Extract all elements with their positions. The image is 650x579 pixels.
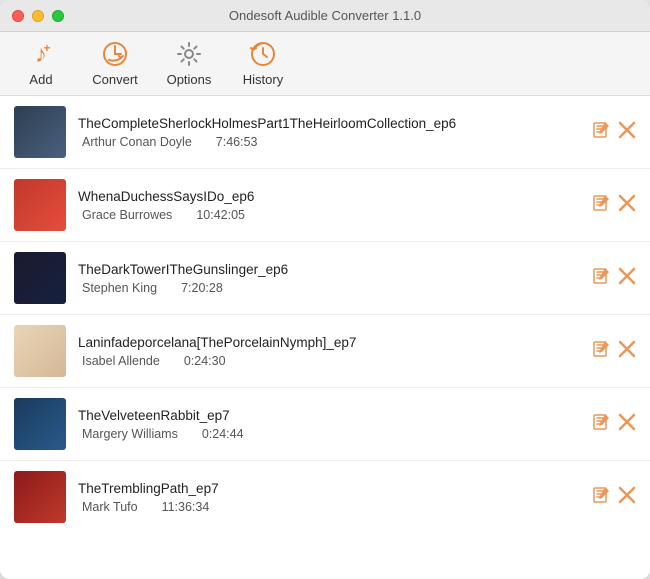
- book-title-5: TheVelveteenRabbit_ep7: [78, 408, 580, 423]
- app-window: Ondesoft Audible Converter 1.1.0 ♪ + Add…: [0, 0, 650, 579]
- book-info-6: TheTremblingPath_ep7 Mark Tufo 11:36:34: [78, 481, 580, 514]
- book-duration-2: 10:42:05: [196, 208, 245, 222]
- add-label: Add: [29, 72, 52, 87]
- edit-button-3[interactable]: [592, 267, 610, 290]
- edit-button-1[interactable]: [592, 121, 610, 144]
- add-icon: ♪ +: [27, 40, 55, 68]
- delete-icon-1: [618, 121, 636, 139]
- book-duration-3: 7:20:28: [181, 281, 223, 295]
- book-actions-5: [592, 413, 636, 436]
- book-actions-4: [592, 340, 636, 363]
- book-meta-1: Arthur Conan Doyle 7:46:53: [78, 135, 580, 149]
- book-author-4: Isabel Allende: [82, 354, 160, 368]
- book-duration-5: 0:24:44: [202, 427, 244, 441]
- edit-icon-2: [592, 194, 610, 212]
- options-icon: [175, 40, 203, 68]
- delete-button-6[interactable]: [618, 486, 636, 509]
- edit-icon-1: [592, 121, 610, 139]
- book-info-2: WhenaDuchessSaysIDo_ep6 Grace Burrowes 1…: [78, 189, 580, 222]
- delete-icon-3: [618, 267, 636, 285]
- book-meta-4: Isabel Allende 0:24:30: [78, 354, 580, 368]
- book-title-2: WhenaDuchessSaysIDo_ep6: [78, 189, 580, 204]
- book-title-4: Laninfadeporcelana[ThePorcelainNymph]_ep…: [78, 335, 580, 350]
- book-author-6: Mark Tufo: [82, 500, 138, 514]
- book-actions-2: [592, 194, 636, 217]
- convert-icon: [101, 40, 129, 68]
- history-toolbar-item[interactable]: History: [238, 40, 288, 87]
- book-title-1: TheCompleteSherlockHolmesPart1TheHeirloo…: [78, 116, 580, 131]
- options-toolbar-item[interactable]: Options: [164, 40, 214, 87]
- book-cover-1: [14, 106, 66, 158]
- book-duration-6: 11:36:34: [162, 500, 210, 514]
- edit-button-4[interactable]: [592, 340, 610, 363]
- book-item-3: TheDarkTowerITheGunslinger_ep6 Stephen K…: [0, 242, 650, 315]
- book-actions-1: [592, 121, 636, 144]
- window-controls: [12, 10, 64, 22]
- delete-button-4[interactable]: [618, 340, 636, 363]
- edit-button-6[interactable]: [592, 486, 610, 509]
- book-item-1: TheCompleteSherlockHolmesPart1TheHeirloo…: [0, 96, 650, 169]
- edit-button-2[interactable]: [592, 194, 610, 217]
- book-info-3: TheDarkTowerITheGunslinger_ep6 Stephen K…: [78, 262, 580, 295]
- edit-icon-5: [592, 413, 610, 431]
- book-list: TheCompleteSherlockHolmesPart1TheHeirloo…: [0, 96, 650, 579]
- book-actions-6: [592, 486, 636, 509]
- delete-icon-4: [618, 340, 636, 358]
- book-info-4: Laninfadeporcelana[ThePorcelainNymph]_ep…: [78, 335, 580, 368]
- book-author-5: Margery Williams: [82, 427, 178, 441]
- options-label: Options: [167, 72, 212, 87]
- delete-button-2[interactable]: [618, 194, 636, 217]
- book-cover-4: [14, 325, 66, 377]
- delete-icon-2: [618, 194, 636, 212]
- delete-button-5[interactable]: [618, 413, 636, 436]
- delete-icon-6: [618, 486, 636, 504]
- book-title-3: TheDarkTowerITheGunslinger_ep6: [78, 262, 580, 277]
- history-label: History: [243, 72, 283, 87]
- book-author-3: Stephen King: [82, 281, 157, 295]
- book-meta-5: Margery Williams 0:24:44: [78, 427, 580, 441]
- edit-button-5[interactable]: [592, 413, 610, 436]
- book-cover-3: [14, 252, 66, 304]
- book-item-6: TheTremblingPath_ep7 Mark Tufo 11:36:34: [0, 461, 650, 533]
- maximize-button[interactable]: [52, 10, 64, 22]
- book-cover-6: [14, 471, 66, 523]
- book-info-1: TheCompleteSherlockHolmesPart1TheHeirloo…: [78, 116, 580, 149]
- book-item-5: TheVelveteenRabbit_ep7 Margery Williams …: [0, 388, 650, 461]
- book-meta-6: Mark Tufo 11:36:34: [78, 500, 580, 514]
- book-meta-2: Grace Burrowes 10:42:05: [78, 208, 580, 222]
- book-meta-3: Stephen King 7:20:28: [78, 281, 580, 295]
- title-bar: Ondesoft Audible Converter 1.1.0: [0, 0, 650, 32]
- minimize-button[interactable]: [32, 10, 44, 22]
- close-button[interactable]: [12, 10, 24, 22]
- book-cover-2: [14, 179, 66, 231]
- convert-label: Convert: [92, 72, 138, 87]
- book-duration-4: 0:24:30: [184, 354, 226, 368]
- book-cover-5: [14, 398, 66, 450]
- toolbar: ♪ + Add Convert Options: [0, 32, 650, 96]
- edit-icon-3: [592, 267, 610, 285]
- book-title-6: TheTremblingPath_ep7: [78, 481, 580, 496]
- svg-text:+: +: [43, 41, 50, 55]
- history-icon: [249, 40, 277, 68]
- delete-icon-5: [618, 413, 636, 431]
- book-author-2: Grace Burrowes: [82, 208, 172, 222]
- book-info-5: TheVelveteenRabbit_ep7 Margery Williams …: [78, 408, 580, 441]
- book-actions-3: [592, 267, 636, 290]
- delete-button-3[interactable]: [618, 267, 636, 290]
- convert-toolbar-item[interactable]: Convert: [90, 40, 140, 87]
- window-title: Ondesoft Audible Converter 1.1.0: [229, 8, 421, 23]
- book-author-1: Arthur Conan Doyle: [82, 135, 192, 149]
- book-duration-1: 7:46:53: [216, 135, 258, 149]
- delete-button-1[interactable]: [618, 121, 636, 144]
- edit-icon-6: [592, 486, 610, 504]
- book-item-2: WhenaDuchessSaysIDo_ep6 Grace Burrowes 1…: [0, 169, 650, 242]
- add-toolbar-item[interactable]: ♪ + Add: [16, 40, 66, 87]
- edit-icon-4: [592, 340, 610, 358]
- book-item-4: Laninfadeporcelana[ThePorcelainNymph]_ep…: [0, 315, 650, 388]
